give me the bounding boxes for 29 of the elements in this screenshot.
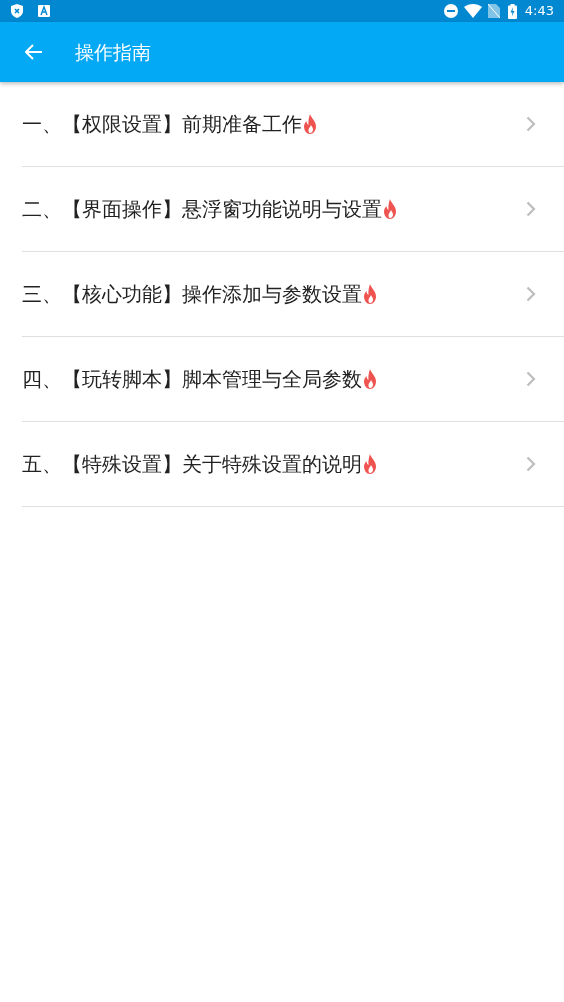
chevron-icon xyxy=(526,286,536,302)
do-not-disturb-icon xyxy=(443,4,458,18)
guide-item[interactable]: 二、【界面操作】悬浮窗功能说明与设置 xyxy=(22,167,564,252)
guide-title: 五、【特殊设置】关于特殊设置的说明 xyxy=(22,451,362,478)
chevron-icon xyxy=(526,371,536,387)
no-sim-icon xyxy=(487,4,500,18)
guide-title: 二、【界面操作】悬浮窗功能说明与设置 xyxy=(22,196,382,223)
flame-icon xyxy=(302,114,318,134)
chevron-icon xyxy=(526,456,536,472)
guide-item[interactable]: 三、【核心功能】操作添加与参数设置 xyxy=(22,252,564,337)
guide-item[interactable]: 四、【玩转脚本】脚本管理与全局参数 xyxy=(22,337,564,422)
app-icon xyxy=(38,5,50,17)
wifi-icon xyxy=(463,4,482,18)
guide-title: 三、【核心功能】操作添加与参数设置 xyxy=(22,281,362,308)
clock: 4:43 xyxy=(524,2,554,21)
page-title: 操作指南 xyxy=(75,39,151,65)
shield-icon xyxy=(10,4,24,18)
chevron-icon xyxy=(526,201,536,217)
back-icon xyxy=(25,44,43,60)
chevron-icon xyxy=(526,116,536,132)
flame-icon xyxy=(362,454,378,474)
flame-icon xyxy=(362,369,378,389)
guide-title: 一、【权限设置】前期准备工作 xyxy=(22,111,302,138)
flame-icon xyxy=(382,199,398,219)
guide-item[interactable]: 一、【权限设置】前期准备工作 xyxy=(22,82,564,167)
guide-item[interactable]: 五、【特殊设置】关于特殊设置的说明 xyxy=(22,422,564,507)
battery-icon xyxy=(507,3,517,19)
flame-icon xyxy=(362,284,378,304)
guide-title: 四、【玩转脚本】脚本管理与全局参数 xyxy=(22,366,362,393)
